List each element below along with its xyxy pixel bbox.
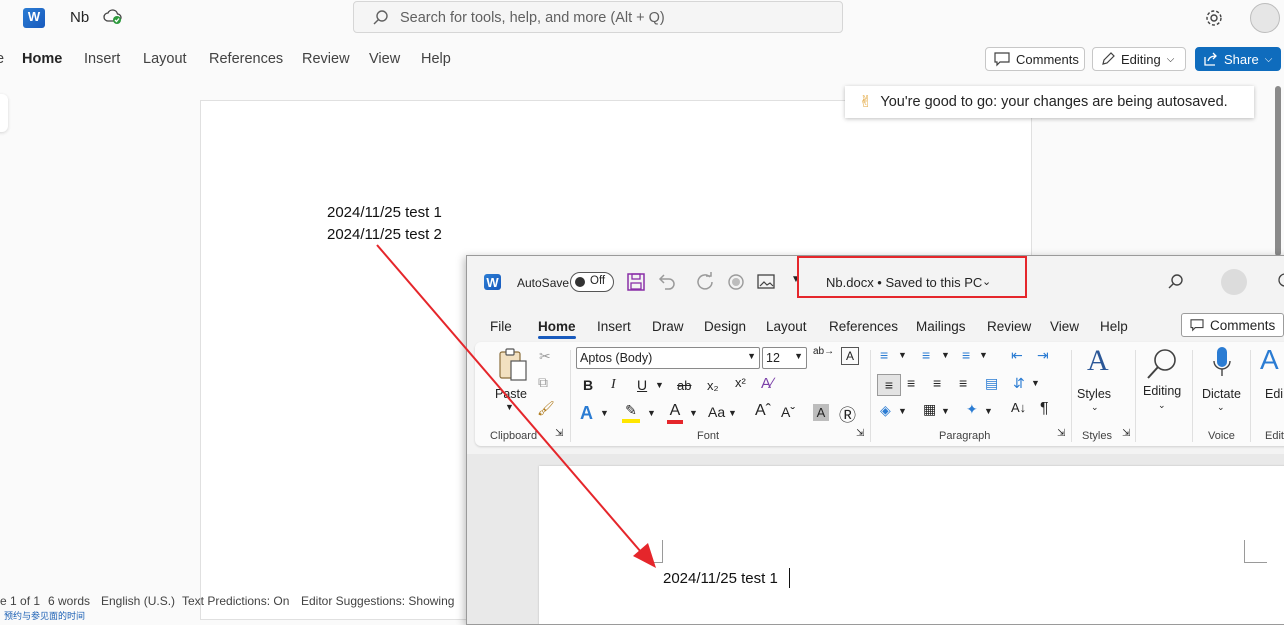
annotation-arrow — [376, 244, 656, 568]
